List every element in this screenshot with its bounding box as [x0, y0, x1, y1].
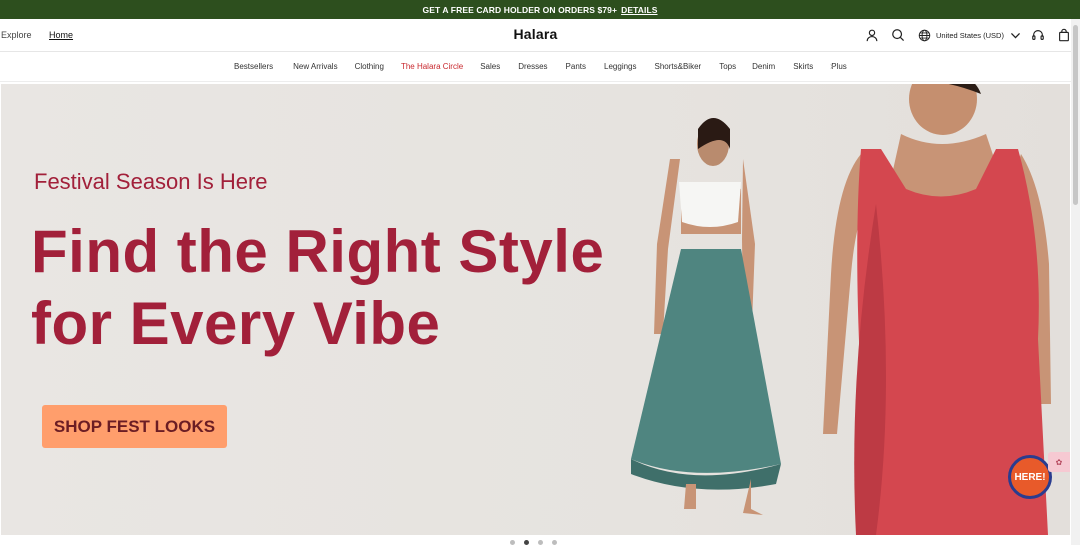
- nav-scroll-right-icon[interactable]: ›: [830, 61, 833, 72]
- nav-item[interactable]: Leggings: [604, 62, 636, 71]
- nav-item[interactable]: Shorts&Biker: [655, 62, 702, 71]
- carousel-dot[interactable]: [552, 540, 557, 545]
- bag-icon[interactable]: [1056, 27, 1072, 43]
- nav-item[interactable]: Dresses: [518, 62, 547, 71]
- nav-item[interactable]: Skirts: [793, 62, 813, 71]
- nav-item[interactable]: Bestsellers: [234, 62, 273, 71]
- chevron-down-icon: [1010, 32, 1020, 38]
- hero-eyebrow: Festival Season Is Here: [34, 169, 268, 194]
- region-label: United States (USD): [936, 30, 1004, 40]
- side-gift-tab-icon[interactable]: ✿: [1048, 452, 1070, 472]
- nav-item[interactable]: Tops: [719, 62, 736, 71]
- carousel-dots: [510, 540, 557, 545]
- headset-icon[interactable]: [1030, 27, 1046, 43]
- category-nav: Bestsellers New Arrivals Clothing The Halar…: [0, 53, 1071, 82]
- nav-item[interactable]: New Arrivals: [293, 62, 337, 71]
- promo-details-link[interactable]: DETAILS: [621, 5, 657, 15]
- carousel-dot[interactable]: [538, 540, 543, 545]
- site-logo[interactable]: Halara: [0, 26, 1071, 42]
- nav-item[interactable]: The Halara Circle: [401, 62, 463, 71]
- category-nav-items: Bestsellers New Arrivals Clothing The Halar…: [234, 62, 864, 71]
- nav-item[interactable]: Clothing: [355, 62, 384, 71]
- hero-headline-line-1: Find the Right Style: [31, 218, 605, 285]
- carousel-dot[interactable]: [524, 540, 529, 545]
- search-icon[interactable]: [890, 27, 906, 43]
- floating-promo-badge[interactable]: HERE!: [1008, 455, 1052, 499]
- region-selector[interactable]: United States (USD): [918, 27, 1022, 43]
- nav-item[interactable]: Plus: [831, 62, 847, 71]
- scrollbar-thumb[interactable]: [1073, 25, 1078, 205]
- nav-item[interactable]: Pants: [566, 62, 586, 71]
- hero-models-image: [631, 84, 1051, 535]
- shop-fest-looks-button[interactable]: SHOP FEST LOOKS: [42, 405, 227, 448]
- nav-item[interactable]: Denim: [752, 62, 775, 71]
- account-icon[interactable]: [864, 27, 880, 43]
- hero-headline-line-2: for Every Vibe: [31, 290, 441, 357]
- promo-bar: GET A FREE CARD HOLDER ON ORDERS $79+ DE…: [0, 0, 1080, 19]
- site-header: Explore Home Halara United States (USD): [0, 19, 1071, 52]
- page-scrollbar[interactable]: [1071, 19, 1080, 545]
- globe-icon: [918, 29, 931, 41]
- promo-text: GET A FREE CARD HOLDER ON ORDERS $79+: [422, 4, 618, 15]
- nav-item[interactable]: Sales: [480, 62, 500, 71]
- carousel-dot[interactable]: [510, 540, 515, 545]
- hero-banner[interactable]: Festival Season Is Here Find the Right S…: [1, 84, 1070, 535]
- hero-headline: Find the Right Style for Every Vibe: [31, 216, 604, 360]
